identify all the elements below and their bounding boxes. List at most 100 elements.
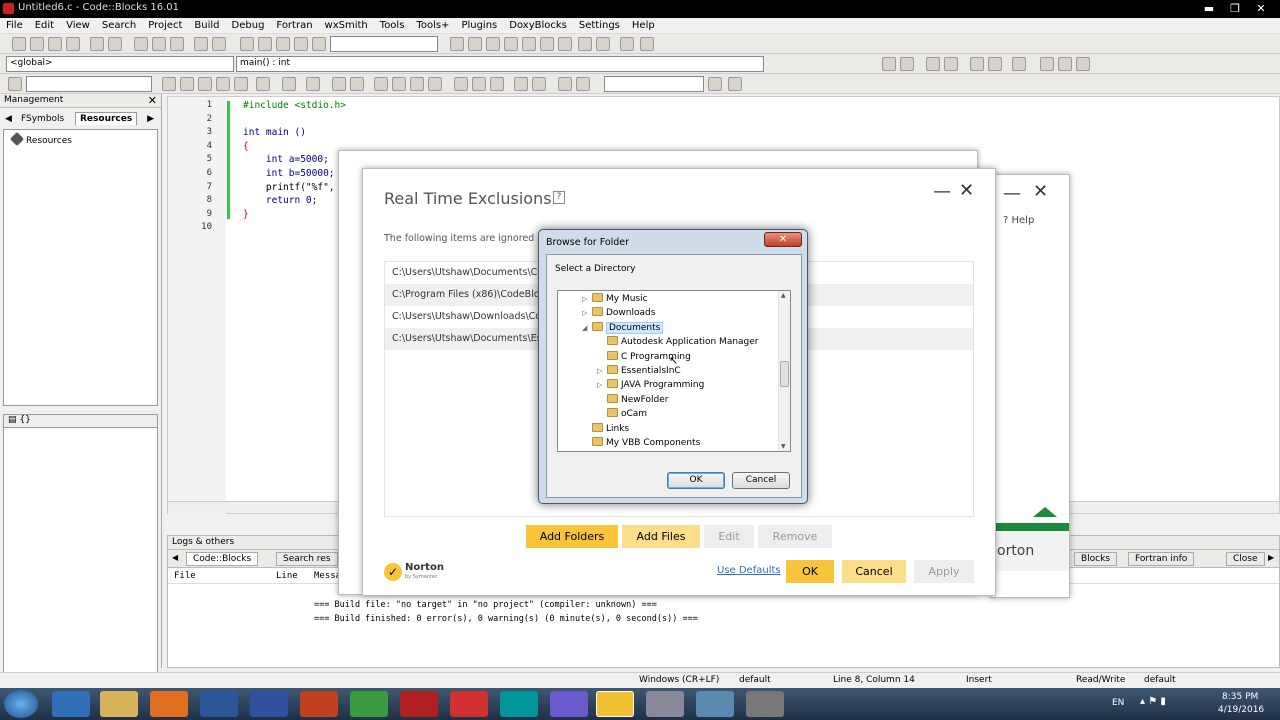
doxy-block-comment-icon[interactable] — [926, 57, 940, 71]
tab-scroll-left-icon[interactable]: ◀ — [5, 114, 12, 124]
align-left-icon[interactable] — [374, 77, 388, 91]
doxywizard-icon[interactable] — [970, 57, 984, 71]
menu-tools[interactable]: Tools — [374, 18, 411, 34]
title-help-icon[interactable]: ? — [553, 191, 565, 204]
collapse-arrow-icon[interactable] — [1033, 507, 1057, 517]
fit-icon[interactable] — [282, 77, 296, 91]
exclusions-close-icon[interactable]: ✕ — [959, 180, 974, 201]
box-a-icon[interactable] — [454, 77, 468, 91]
build-target-select[interactable] — [330, 36, 438, 52]
s-icon[interactable] — [558, 77, 572, 91]
bookmark-icon[interactable] — [1058, 57, 1072, 71]
tray-icons[interactable]: ▴ ⚑ ▮ — [1140, 696, 1166, 707]
search-select[interactable] — [604, 76, 704, 92]
box-c-icon[interactable] — [490, 77, 504, 91]
open-file-icon[interactable] — [30, 37, 44, 51]
arduino-icon[interactable] — [500, 691, 538, 717]
start-button[interactable] — [4, 690, 38, 718]
cancel-button[interactable]: Cancel — [842, 560, 906, 583]
column-line[interactable]: Line — [276, 571, 298, 581]
codeblocks-taskbar-icon[interactable] — [746, 691, 784, 717]
notepad-icon[interactable] — [646, 691, 684, 717]
menu-debug[interactable]: Debug — [226, 18, 271, 34]
scroll-up-icon[interactable]: ▲ — [781, 292, 786, 299]
folder-tree-item[interactable]: ▷ My Music — [558, 292, 790, 306]
close-icon[interactable]: ✕ — [1248, 0, 1274, 17]
find-icon[interactable] — [194, 37, 208, 51]
rect-icon[interactable] — [306, 77, 320, 91]
build-run-icon[interactable] — [276, 37, 290, 51]
back-icon[interactable] — [162, 77, 176, 91]
exclusions-minimize-icon[interactable]: — — [933, 181, 951, 202]
rebuild-icon[interactable] — [294, 37, 308, 51]
tab-resources[interactable]: Resources — [75, 112, 138, 125]
search-go-icon[interactable] — [708, 77, 722, 91]
norton-taskbar-icon[interactable] — [596, 691, 634, 717]
regex-icon[interactable] — [234, 77, 248, 91]
folder-tree[interactable]: ▷ My Music ▷ Downloads ◢ Documents Autodesk Ap… — [557, 290, 791, 452]
folder-tree-item[interactable]: oCam — [558, 407, 790, 421]
clock-date[interactable]: 4/19/2016 — [1218, 705, 1264, 715]
c-icon[interactable] — [576, 77, 590, 91]
expand-arrow-icon[interactable]: ▷ — [582, 306, 592, 320]
layout-a-icon[interactable] — [332, 77, 346, 91]
expand-arrow-icon[interactable]: ▷ — [582, 292, 592, 306]
norton-main-close-icon[interactable]: ✕ — [1033, 181, 1048, 202]
language-indicator[interactable]: EN — [1112, 698, 1124, 708]
align-justify-icon[interactable] — [428, 77, 442, 91]
folder-tree-item[interactable]: Links — [558, 422, 790, 436]
folder-tree-item[interactable]: ▷ Downloads — [558, 306, 790, 320]
word-icon[interactable] — [200, 691, 238, 717]
menu-tools-plus[interactable]: Tools+ — [410, 18, 455, 34]
stop-debug-icon[interactable] — [596, 37, 610, 51]
build-icon[interactable] — [240, 37, 254, 51]
file-explorer-icon[interactable] — [100, 691, 138, 717]
edit-button[interactable]: Edit — [704, 525, 754, 548]
new-file-icon[interactable] — [12, 37, 26, 51]
browse-ok-button[interactable]: OK — [667, 472, 725, 489]
norton-main-minimize-icon[interactable]: — — [1003, 183, 1021, 204]
acrobat-icon[interactable] — [400, 691, 438, 717]
menu-settings[interactable]: Settings — [573, 18, 626, 34]
app-grid-icon[interactable] — [300, 691, 338, 717]
menu-doxyblocks[interactable]: DoxyBlocks — [503, 18, 573, 34]
uncomment-icon[interactable] — [900, 57, 914, 71]
autodesk-icon[interactable] — [450, 691, 488, 717]
logs-scroll-right-icon[interactable]: ▶ — [1268, 553, 1274, 562]
quick-search-input[interactable] — [26, 76, 152, 92]
function-select[interactable]: main() : int — [236, 56, 764, 72]
align-right-icon[interactable] — [410, 77, 424, 91]
save-icon[interactable] — [48, 37, 62, 51]
tab-close[interactable]: Close — [1226, 552, 1265, 566]
copy-icon[interactable] — [152, 37, 166, 51]
remove-button[interactable]: Remove — [758, 525, 832, 548]
folder-tree-item[interactable]: NewFolder — [558, 393, 790, 407]
browse-cancel-button[interactable]: Cancel — [732, 472, 790, 489]
folder-tree-item[interactable]: ▷ JAVA Programming — [558, 378, 790, 392]
replace-icon[interactable] — [212, 37, 226, 51]
extract-icon[interactable] — [988, 57, 1002, 71]
folder-tree-item[interactable]: Autodesk Application Manager — [558, 335, 790, 349]
menu-search[interactable]: Search — [96, 18, 142, 34]
undo-icon[interactable] — [90, 37, 104, 51]
close-panel-icon[interactable]: ✕ — [148, 94, 157, 107]
pause-icon[interactable] — [578, 37, 592, 51]
tab-fortran-info[interactable]: Fortran info — [1128, 552, 1195, 566]
run-icon[interactable] — [258, 37, 272, 51]
step-instruction-icon[interactable] — [558, 37, 572, 51]
various-info-icon[interactable] — [640, 37, 654, 51]
tab-search-results[interactable]: Search res — [276, 552, 338, 566]
menu-file[interactable]: File — [0, 18, 29, 34]
layout-b-icon[interactable] — [350, 77, 364, 91]
menu-build[interactable]: Build — [188, 18, 225, 34]
internet-explorer-icon[interactable] — [52, 691, 90, 717]
step-into-icon[interactable] — [504, 37, 518, 51]
forward-icon[interactable] — [180, 77, 194, 91]
menu-fortran[interactable]: Fortran — [270, 18, 318, 34]
visual-studio-icon[interactable] — [250, 691, 288, 717]
app-icon[interactable] — [696, 691, 734, 717]
tab-codeblocks-log[interactable]: Code::Blocks — [186, 552, 259, 566]
media-player-icon[interactable] — [150, 691, 188, 717]
preferences-icon[interactable] — [1012, 57, 1026, 71]
menu-help[interactable]: Help — [626, 18, 661, 34]
